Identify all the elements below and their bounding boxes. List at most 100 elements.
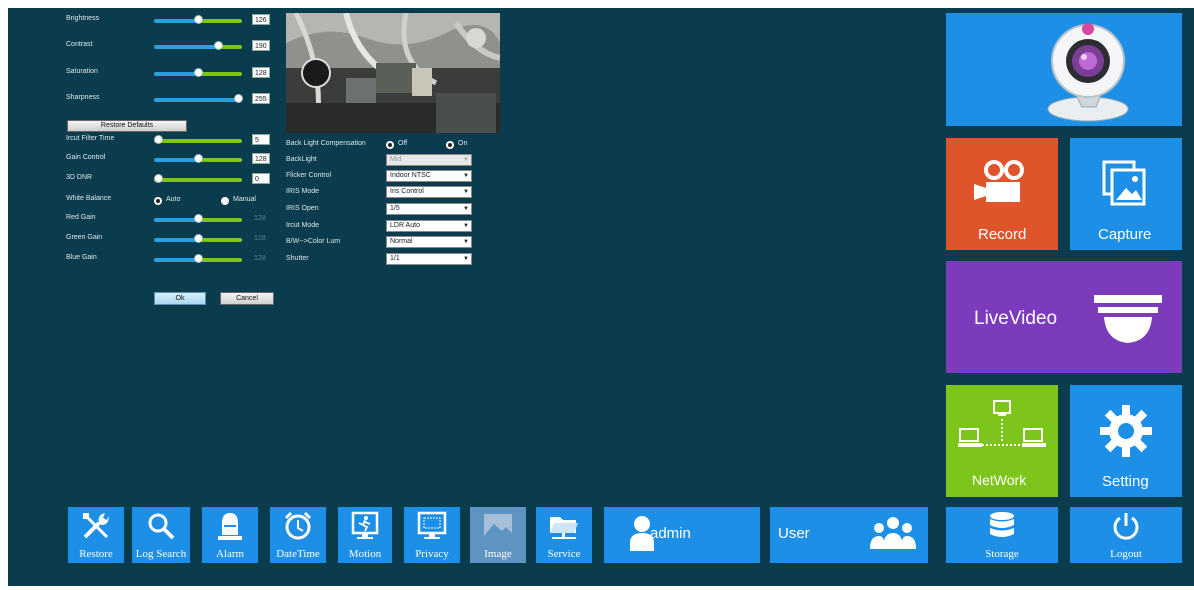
shutter-select[interactable]: 1/1 ▼ <box>386 253 472 265</box>
motion-button[interactable]: Motion <box>338 507 392 563</box>
chevron-down-icon: ▼ <box>463 173 469 179</box>
service-label: Service <box>547 548 581 560</box>
setting-tile[interactable]: Setting <box>1070 385 1182 497</box>
admin-label: admin <box>650 525 691 542</box>
restore-defaults-button[interactable]: Restore Defaults <box>67 120 187 132</box>
ircut-filter-time-slider[interactable] <box>154 139 242 143</box>
blc-on-radio[interactable] <box>446 141 454 149</box>
gain-control-value[interactable]: 128 <box>252 153 270 164</box>
log-search-button[interactable]: Log Search <box>132 507 190 563</box>
logout-button[interactable]: Logout <box>1070 507 1182 563</box>
sharpness-label: Sharpness <box>66 94 100 101</box>
contrast-slider[interactable] <box>154 45 242 49</box>
alarm-button[interactable]: Alarm <box>202 507 258 563</box>
red-gain-slider-handle[interactable] <box>194 214 203 223</box>
app-window: Brightness 126 Contrast 190 Saturation 1… <box>8 8 1194 586</box>
storage-label: Storage <box>985 548 1019 560</box>
log-search-label: Log Search <box>135 548 187 560</box>
ok-button[interactable]: Ok <box>154 292 206 305</box>
ircut-filter-time-label: Ircut Filter Time <box>66 135 115 142</box>
flicker-control-select[interactable]: Indoor NTSC ▼ <box>386 170 472 182</box>
power-icon <box>1113 513 1139 540</box>
saturation-value[interactable]: 128 <box>252 67 270 78</box>
contrast-slider-handle[interactable] <box>214 41 223 50</box>
user-button[interactable]: User <box>770 507 928 563</box>
ircut-filter-time-value[interactable]: 5 <box>252 134 270 145</box>
privacy-button[interactable]: Privacy <box>404 507 460 563</box>
alarm-clock-icon <box>284 511 312 540</box>
sharpness-slider[interactable] <box>154 98 242 102</box>
ircut-mode-label: Ircut Mode <box>286 222 320 229</box>
network-label: NetWork <box>972 472 1027 488</box>
saturation-slider-handle[interactable] <box>194 68 203 77</box>
blue-gain-value: 128 <box>254 255 266 262</box>
video-camera-icon <box>974 160 1024 202</box>
flicker-control-row: Flicker Control Indoor NTSC ▼ <box>286 170 496 183</box>
saturation-row: Saturation 128 <box>66 67 276 81</box>
bw-color-lum-label: B/W-->Color Lum <box>286 238 341 245</box>
3d-dnr-value[interactable]: 0 <box>252 173 270 184</box>
contrast-value[interactable]: 190 <box>252 40 270 51</box>
ircut-filter-time-slider-handle[interactable] <box>154 135 163 144</box>
network-icon <box>958 400 1046 447</box>
ircut-mode-select[interactable]: LDR Auto ▼ <box>386 220 472 232</box>
motion-monitor-icon <box>351 511 379 539</box>
chevron-down-icon: ▼ <box>463 206 469 212</box>
record-tile[interactable]: Record <box>946 138 1058 250</box>
restore-button[interactable]: Restore <box>68 507 124 563</box>
iris-mode-row: IRIS Mode Iris Control ▼ <box>286 186 496 199</box>
service-button[interactable]: Service <box>536 507 592 563</box>
sharpness-row: Sharpness 255 <box>66 93 276 107</box>
bw-color-lum-select[interactable]: Normal ▼ <box>386 236 472 248</box>
webcam-tile[interactable] <box>946 13 1182 126</box>
storage-button[interactable]: Storage <box>946 507 1058 563</box>
white-balance-auto-radio[interactable] <box>154 197 162 205</box>
sharpness-value[interactable]: 255 <box>252 93 270 104</box>
camera-preview-image <box>286 13 500 133</box>
3d-dnr-row: 3D DNR 0 <box>66 173 276 187</box>
white-balance-auto-label: Auto <box>166 196 181 203</box>
datetime-label: DateTime <box>276 548 320 560</box>
bw-color-lum-row: B/W-->Color Lum Normal ▼ <box>286 236 496 249</box>
white-balance-manual-radio[interactable] <box>221 197 229 205</box>
blc-off-radio[interactable] <box>386 141 394 149</box>
green-gain-value: 128 <box>254 235 266 242</box>
gear-icon <box>1100 405 1152 457</box>
iris-mode-select[interactable]: Iris Control ▼ <box>386 186 472 198</box>
setting-label: Setting <box>1102 473 1149 490</box>
photos-icon <box>1102 160 1146 206</box>
iris-open-row: IRIS Open 1/5 ▼ <box>286 203 496 216</box>
iris-open-select[interactable]: 1/5 ▼ <box>386 203 472 215</box>
iris-mode-label: IRIS Mode <box>286 188 320 195</box>
livevideo-tile[interactable]: LiveVideo <box>946 261 1182 373</box>
3d-dnr-slider[interactable] <box>154 178 242 182</box>
white-balance-label: White Balance <box>66 195 112 202</box>
database-icon <box>990 512 1014 537</box>
gain-control-slider-handle[interactable] <box>194 154 203 163</box>
cancel-button[interactable]: Cancel <box>220 292 274 305</box>
chevron-down-icon: ▼ <box>463 239 469 245</box>
ircut-filter-time-row: Ircut Filter Time 5 <box>66 134 276 148</box>
back-light-compensation-label: Back Light Compensation <box>286 140 366 147</box>
green-gain-slider-handle[interactable] <box>194 234 203 243</box>
ircut-mode-row: Ircut Mode LDR Auto ▼ <box>286 220 496 233</box>
restore-label: Restore <box>79 548 113 560</box>
image-button[interactable]: Image <box>470 507 526 563</box>
chevron-down-icon: ▼ <box>463 189 469 195</box>
red-gain-value: 128 <box>254 215 266 222</box>
datetime-button[interactable]: DateTime <box>270 507 326 563</box>
chevron-down-icon: ▼ <box>463 223 469 229</box>
shutter-label: Shutter <box>286 255 309 262</box>
3d-dnr-slider-handle[interactable] <box>154 174 163 183</box>
brightness-slider-handle[interactable] <box>194 15 203 24</box>
dome-camera-icon <box>1094 295 1162 343</box>
sharpness-slider-handle[interactable] <box>234 94 243 103</box>
capture-label: Capture <box>1098 226 1152 243</box>
admin-button[interactable]: admin <box>604 507 760 563</box>
network-tile[interactable]: NetWork <box>946 385 1058 497</box>
record-label: Record <box>978 226 1027 243</box>
brightness-value[interactable]: 126 <box>252 14 270 25</box>
white-balance-row: White Balance Auto Manual <box>66 194 276 208</box>
capture-tile[interactable]: Capture <box>1070 138 1182 250</box>
blue-gain-slider-handle[interactable] <box>194 254 203 263</box>
